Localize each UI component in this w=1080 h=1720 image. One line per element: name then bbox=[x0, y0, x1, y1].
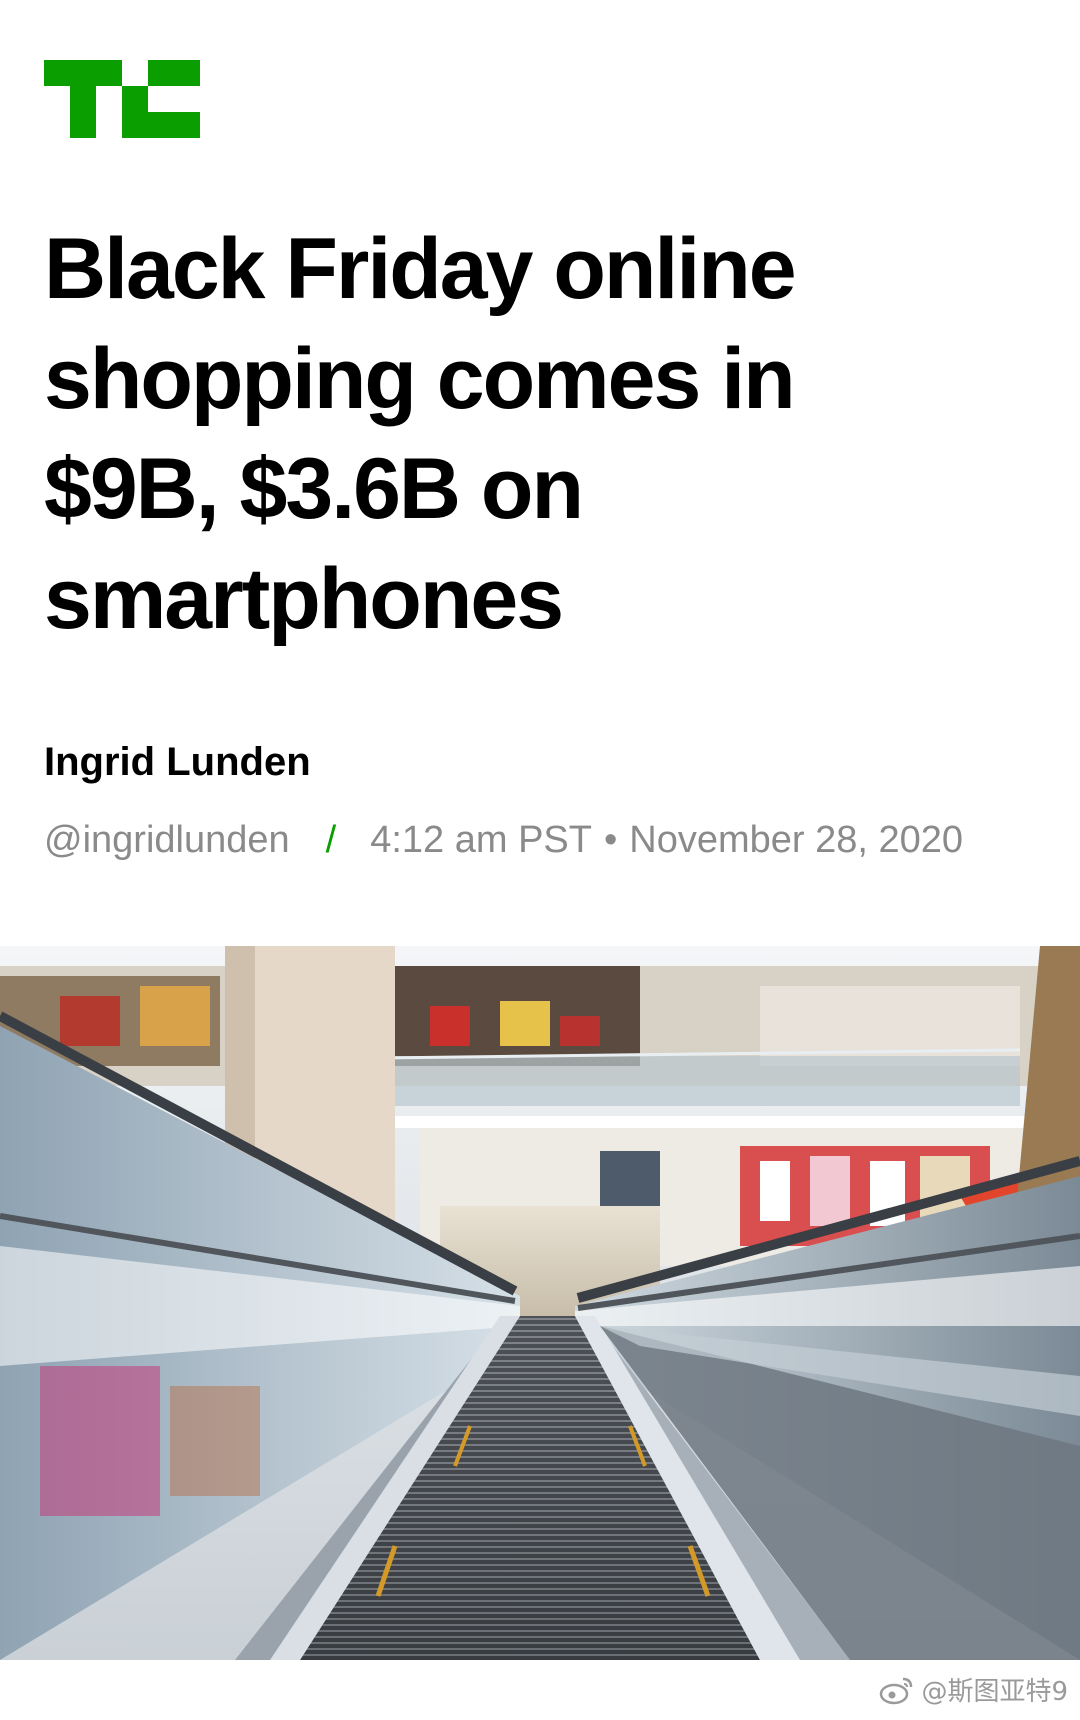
meta-separator: / bbox=[325, 819, 337, 861]
techcrunch-logo-icon[interactable] bbox=[44, 60, 200, 138]
escalator-photo bbox=[0, 946, 1080, 1660]
weibo-watermark: @斯图亚特9 bbox=[879, 1671, 1068, 1708]
author-name[interactable]: Ingrid Lunden bbox=[44, 738, 311, 786]
meta-dot: • bbox=[603, 819, 618, 861]
publish-time: 4:12 am PST bbox=[370, 819, 592, 861]
article-headline: Black Friday online shopping comes in $9… bbox=[44, 221, 797, 647]
author-handle-link[interactable]: @ingridlunden bbox=[44, 819, 290, 861]
tc-logo-svg bbox=[44, 60, 200, 138]
hero-image bbox=[0, 946, 1080, 1660]
weibo-icon bbox=[879, 1675, 915, 1705]
article-meta: @ingridlunden / 4:12 am PST • November 28, 2… bbox=[44, 816, 963, 864]
watermark-text: @斯图亚特9 bbox=[921, 1677, 1068, 1707]
publish-date: November 28, 2020 bbox=[629, 819, 964, 861]
